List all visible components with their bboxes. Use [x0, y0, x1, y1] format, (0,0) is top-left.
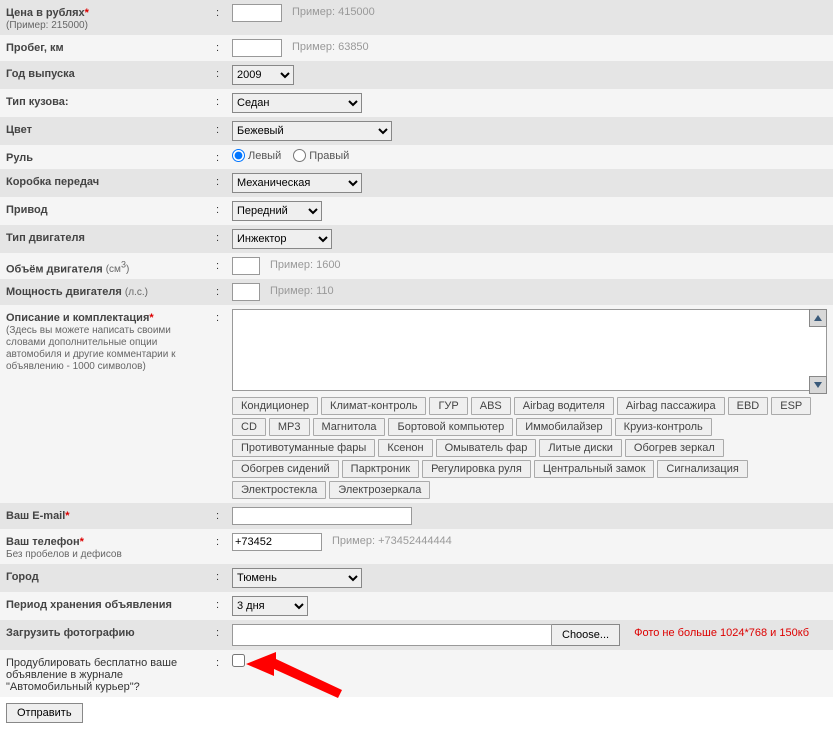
- mileage-input[interactable]: [232, 39, 282, 57]
- gearbox-select[interactable]: Механическая: [232, 173, 362, 193]
- photo-warning: Фото не больше 1024*768 и 150кб: [624, 624, 809, 639]
- row-body: Тип кузова: : Седан: [0, 89, 833, 117]
- row-duplicate: Продублировать бесплатно ваше объявление…: [0, 650, 833, 697]
- option-button[interactable]: ESP: [771, 397, 811, 415]
- option-button[interactable]: Airbag пассажира: [617, 397, 725, 415]
- submit-button[interactable]: Отправить: [6, 703, 83, 723]
- row-wheel: Руль : Левый Правый: [0, 145, 833, 169]
- option-button[interactable]: Сигнализация: [657, 460, 747, 478]
- period-select[interactable]: 3 дня: [232, 596, 308, 616]
- phone-input[interactable]: [232, 533, 322, 551]
- volume-hint: Пример: 1600: [264, 257, 341, 271]
- options-container: КондиционерКлимат-контрольГУРABSAirbag в…: [232, 397, 827, 499]
- option-button[interactable]: Центральный замок: [534, 460, 655, 478]
- option-button[interactable]: Электрозеркала: [329, 481, 430, 499]
- label-price: Цена в рублях* (Пример: 215000): [6, 4, 216, 31]
- price-hint: Пример: 415000: [286, 4, 375, 18]
- duplicate-checkbox[interactable]: [232, 654, 245, 667]
- label-duplicate: Продублировать бесплатно ваше объявление…: [6, 654, 216, 693]
- row-drive: Привод : Передний: [0, 197, 833, 225]
- option-button[interactable]: Иммобилайзер: [516, 418, 611, 436]
- email-input[interactable]: [232, 507, 412, 525]
- label-phone: Ваш телефон* Без пробелов и дефисов: [6, 533, 216, 560]
- label-wheel: Руль: [6, 152, 33, 164]
- label-mileage: Пробег, км: [6, 39, 216, 54]
- option-button[interactable]: Климат-контроль: [321, 397, 426, 415]
- phone-hint: Пример: +73452444444: [326, 533, 452, 547]
- description-textarea[interactable]: [232, 309, 827, 391]
- option-button[interactable]: Противотуманные фары: [232, 439, 375, 457]
- label-period: Период хранения объявления: [6, 599, 172, 611]
- label-year: Год выпуска: [6, 68, 75, 80]
- body-select[interactable]: Седан: [232, 93, 362, 113]
- row-engine: Тип двигателя : Инжектор: [0, 225, 833, 253]
- label-photo: Загрузить фотографию: [6, 627, 135, 639]
- power-input[interactable]: [232, 283, 260, 301]
- label-description: Описание и комплектация* (Здесь вы может…: [6, 309, 216, 372]
- option-button[interactable]: Ксенон: [378, 439, 432, 457]
- row-submit: Отправить: [0, 697, 833, 729]
- choose-file-button[interactable]: Choose...: [552, 624, 620, 646]
- row-phone: Ваш телефон* Без пробелов и дефисов : Пр…: [0, 529, 833, 564]
- file-path-display: [232, 624, 552, 646]
- option-button[interactable]: ГУР: [429, 397, 467, 415]
- option-button[interactable]: Airbag водителя: [514, 397, 614, 415]
- row-photo: Загрузить фотографию : Choose... Фото не…: [0, 620, 833, 650]
- wheel-left-option[interactable]: Левый: [232, 149, 281, 162]
- row-year: Год выпуска : 2009: [0, 61, 833, 89]
- row-period: Период хранения объявления : 3 дня: [0, 592, 833, 620]
- option-button[interactable]: MP3: [269, 418, 310, 436]
- drive-select[interactable]: Передний: [232, 201, 322, 221]
- scroll-up-icon[interactable]: [809, 309, 827, 327]
- price-input[interactable]: [232, 4, 282, 22]
- mileage-hint: Пример: 63850: [286, 39, 369, 53]
- option-button[interactable]: EBD: [728, 397, 769, 415]
- wheel-right-option[interactable]: Правый: [293, 149, 349, 162]
- label-gearbox: Коробка передач: [6, 176, 99, 188]
- year-select[interactable]: 2009: [232, 65, 294, 85]
- row-color: Цвет : Бежевый: [0, 117, 833, 145]
- row-city: Город : Тюмень: [0, 564, 833, 592]
- option-button[interactable]: Обогрев зеркал: [625, 439, 724, 457]
- wheel-left-radio[interactable]: [232, 149, 245, 162]
- power-hint: Пример: 110: [264, 283, 334, 297]
- label-drive: Привод: [6, 204, 48, 216]
- option-button[interactable]: CD: [232, 418, 266, 436]
- option-button[interactable]: Омыватель фар: [436, 439, 537, 457]
- label-volume: Объём двигателя (см3): [6, 257, 216, 275]
- row-power: Мощность двигателя (л.с.) : Пример: 110: [0, 279, 833, 305]
- row-description: Описание и комплектация* (Здесь вы может…: [0, 305, 833, 503]
- option-button[interactable]: Обогрев сидений: [232, 460, 339, 478]
- volume-input[interactable]: [232, 257, 260, 275]
- option-button[interactable]: Круиз-контроль: [615, 418, 712, 436]
- option-button[interactable]: Бортовой компьютер: [388, 418, 513, 436]
- label-power: Мощность двигателя (л.с.): [6, 283, 216, 298]
- label-engine: Тип двигателя: [6, 232, 85, 244]
- option-button[interactable]: ABS: [471, 397, 511, 415]
- row-gearbox: Коробка передач : Механическая: [0, 169, 833, 197]
- row-email: Ваш E-mail* :: [0, 503, 833, 529]
- label-color: Цвет: [6, 124, 32, 136]
- color-select[interactable]: Бежевый: [232, 121, 392, 141]
- row-volume: Объём двигателя (см3) : Пример: 1600: [0, 253, 833, 279]
- row-mileage: Пробег, км : Пример: 63850: [0, 35, 833, 61]
- wheel-right-radio[interactable]: [293, 149, 306, 162]
- label-email: Ваш E-mail*: [6, 507, 216, 522]
- option-button[interactable]: Парктроник: [342, 460, 419, 478]
- option-button[interactable]: Электростекла: [232, 481, 326, 499]
- engine-select[interactable]: Инжектор: [232, 229, 332, 249]
- option-button[interactable]: Литые диски: [539, 439, 622, 457]
- label-body: Тип кузова:: [6, 96, 69, 108]
- city-select[interactable]: Тюмень: [232, 568, 362, 588]
- option-button[interactable]: Кондиционер: [232, 397, 318, 415]
- scroll-down-icon[interactable]: [809, 376, 827, 394]
- option-button[interactable]: Магнитола: [313, 418, 386, 436]
- required-mark: *: [85, 7, 89, 19]
- option-button[interactable]: Регулировка руля: [422, 460, 531, 478]
- row-price: Цена в рублях* (Пример: 215000) : Пример…: [0, 0, 833, 35]
- label-city: Город: [6, 571, 39, 583]
